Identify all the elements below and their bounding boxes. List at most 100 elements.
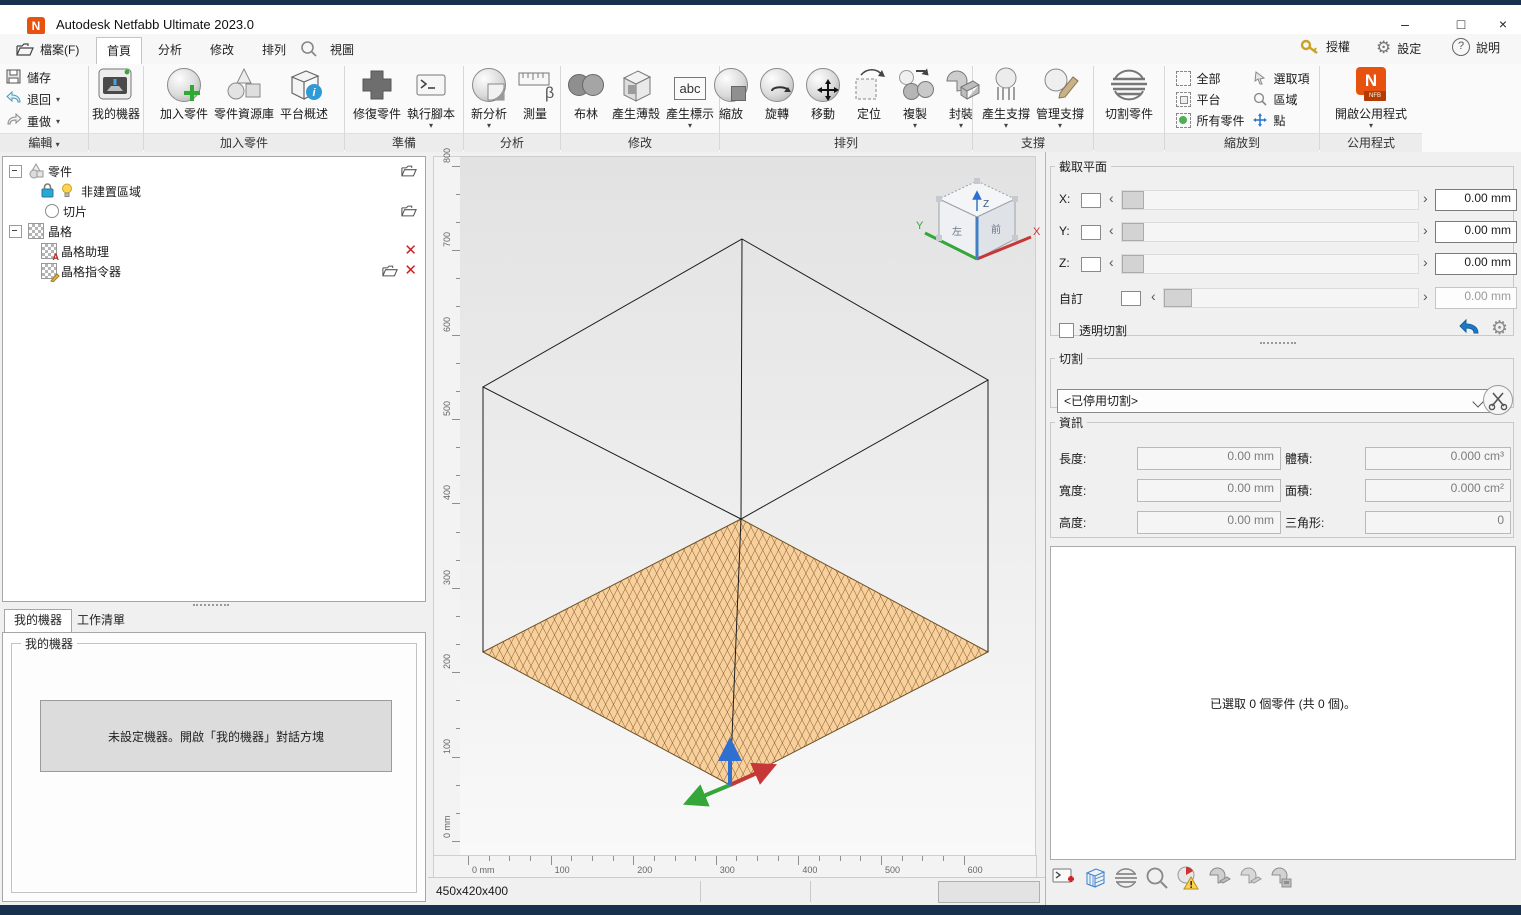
new-analysis-button[interactable]: 新分析 ▾	[467, 66, 511, 130]
tab-my-machines[interactable]: 我的機器	[4, 609, 72, 633]
folder-icon[interactable]	[382, 265, 398, 277]
manage-support-button[interactable]: 管理支撐 ▾	[1034, 66, 1086, 130]
cut-mode-select[interactable]: <已停用切割>	[1057, 389, 1491, 413]
collapse-icon[interactable]	[9, 225, 22, 238]
zoom-all-parts-button[interactable]: 所有零件	[1176, 112, 1244, 129]
analysis-warning-icon[interactable]	[1176, 866, 1200, 890]
redo-dropdown-icon[interactable]: ▾	[56, 118, 60, 125]
measure-button[interactable]: β 測量	[513, 66, 557, 123]
group-label-edit[interactable]: 編輯 ▾	[0, 133, 88, 152]
pack-part-icon[interactable]	[1207, 866, 1231, 890]
no-machine-message-button[interactable]: 未設定機器。開啟「我的機器」對話方塊	[40, 700, 392, 772]
clip-z-value[interactable]: 0.00 mm	[1435, 253, 1517, 275]
platform-overview-button[interactable]: i 平台概述	[278, 66, 330, 123]
clip-y-slider[interactable]	[1121, 222, 1419, 242]
visibility-bulb-icon[interactable]	[61, 183, 77, 199]
clip-x-slider[interactable]	[1121, 190, 1419, 210]
tab-arrange[interactable]: 排列	[252, 37, 296, 63]
create-shell-button[interactable]: 產生薄殼	[610, 66, 662, 123]
undo-button[interactable]: 退回 ▾	[6, 90, 60, 108]
zoom-all-button[interactable]: 全部	[1176, 70, 1244, 87]
tree-item-slices[interactable]: 切片	[3, 201, 425, 221]
create-support-button[interactable]: 產生支撐 ▾	[980, 66, 1032, 130]
zoom-region-button[interactable]: 區域	[1253, 91, 1310, 108]
slider-right-arrow-icon[interactable]: ›	[1423, 222, 1428, 238]
my-machines-button[interactable]: 我的機器	[90, 66, 142, 123]
slider-right-arrow-icon[interactable]: ›	[1423, 288, 1428, 304]
3d-canvas[interactable]: Z 左 前 Y X	[460, 156, 1036, 857]
undo-dropdown-icon[interactable]: ▾	[56, 96, 60, 103]
scale-button[interactable]: 縮放	[709, 66, 753, 123]
clip-y-value[interactable]: 0.00 mm	[1435, 221, 1517, 243]
tab-view[interactable]: 視圖	[320, 37, 364, 63]
minimize-button[interactable]: –	[1390, 13, 1420, 35]
tab-analysis[interactable]: 分析	[148, 37, 192, 63]
zoom-point-button[interactable]: 點	[1253, 112, 1310, 129]
duplicate-dropdown-icon[interactable]: ▾	[913, 122, 917, 129]
tree-item-parts[interactable]: 零件	[3, 161, 425, 181]
zoom-circle-icon[interactable]	[1145, 866, 1169, 890]
transparent-cut-checkbox[interactable]	[1059, 323, 1074, 338]
clip-z-checkbox[interactable]	[1081, 257, 1101, 272]
tab-modify[interactable]: 修改	[200, 37, 244, 63]
open-utility-dropdown-icon[interactable]: ▾	[1369, 122, 1373, 129]
slider-left-arrow-icon[interactable]: ‹	[1109, 254, 1114, 270]
folder-icon[interactable]	[401, 205, 417, 217]
maximize-button[interactable]: □	[1446, 13, 1476, 35]
settings-button[interactable]: ⚙ 設定	[1376, 38, 1421, 58]
lattice-cube-icon[interactable]	[1083, 866, 1107, 890]
clip-y-checkbox[interactable]	[1081, 225, 1101, 240]
create-support-dropdown-icon[interactable]: ▾	[1004, 122, 1008, 129]
save-button[interactable]: 儲存	[6, 68, 51, 86]
rotate-button[interactable]: 旋轉	[755, 66, 799, 123]
slice-parts-button[interactable]: 切割零件	[1103, 66, 1155, 123]
reset-clip-icon[interactable]	[1459, 319, 1481, 339]
part-library-button[interactable]: 零件資源庫	[212, 66, 276, 123]
slice-sphere-icon[interactable]	[1114, 866, 1138, 890]
help-button[interactable]: ? 說明	[1452, 38, 1500, 56]
file-menu-button[interactable]: 檔案(F)	[8, 37, 87, 61]
position-button[interactable]: 定位	[847, 66, 891, 123]
clip-x-checkbox[interactable]	[1081, 193, 1101, 208]
boolean-button[interactable]: 布林	[564, 66, 608, 123]
delete-icon[interactable]: ✕	[404, 264, 417, 278]
tree-item-no-build-zone[interactable]: 非建置區域	[3, 181, 425, 201]
search-icon[interactable]	[300, 40, 318, 58]
folder-icon[interactable]	[401, 165, 417, 177]
open-utility-button[interactable]: N NFB 開啟公用程式 ▾	[1333, 66, 1409, 130]
clip-z-slider[interactable]	[1121, 254, 1419, 274]
license-button[interactable]: 授權	[1300, 38, 1350, 55]
lock-icon[interactable]	[41, 183, 57, 199]
slider-right-arrow-icon[interactable]: ›	[1423, 190, 1428, 206]
horizontal-splitter[interactable]	[193, 604, 229, 606]
script-add-icon[interactable]	[1052, 866, 1076, 890]
clip-x-value[interactable]: 0.00 mm	[1435, 189, 1517, 211]
view-cube[interactable]: Z 左 前 Y X	[915, 171, 1040, 281]
zoom-selection-button[interactable]: 選取項	[1253, 70, 1310, 87]
run-script-dropdown-icon[interactable]: ▾	[429, 122, 433, 129]
delete-icon[interactable]: ✕	[404, 244, 417, 258]
pack-part-alt-icon[interactable]	[1238, 866, 1262, 890]
clip-custom-slider[interactable]	[1163, 288, 1419, 308]
repair-part-button[interactable]: 修復零件	[351, 66, 403, 123]
run-script-button[interactable]: 執行腳本 ▾	[405, 66, 457, 130]
tree-item-lattice-commander[interactable]: 晶格指令器 ✕	[3, 261, 425, 281]
slider-left-arrow-icon[interactable]: ‹	[1109, 222, 1114, 238]
clip-settings-gear-icon[interactable]: ⚙	[1491, 317, 1508, 340]
clip-custom-checkbox[interactable]	[1121, 291, 1141, 306]
add-part-button[interactable]: 加入零件	[158, 66, 210, 123]
collapse-icon[interactable]	[9, 165, 22, 178]
pack-machine-icon[interactable]	[1269, 866, 1293, 890]
duplicate-button[interactable]: 複製 ▾	[893, 66, 937, 130]
slider-right-arrow-icon[interactable]: ›	[1423, 254, 1428, 270]
slider-left-arrow-icon[interactable]: ‹	[1151, 288, 1156, 304]
tree-item-lattice[interactable]: 晶格	[3, 221, 425, 241]
manage-support-dropdown-icon[interactable]: ▾	[1058, 122, 1062, 129]
tab-work-list[interactable]: 工作清單	[68, 610, 134, 631]
create-label-dropdown-icon[interactable]: ▾	[688, 122, 692, 129]
horizontal-splitter[interactable]	[1260, 342, 1296, 344]
tree-item-lattice-assistant[interactable]: A 晶格助理 ✕	[3, 241, 425, 261]
redo-button[interactable]: 重做 ▾	[6, 112, 60, 130]
zoom-platform-button[interactable]: 平台	[1176, 91, 1244, 108]
move-button[interactable]: 移動	[801, 66, 845, 123]
